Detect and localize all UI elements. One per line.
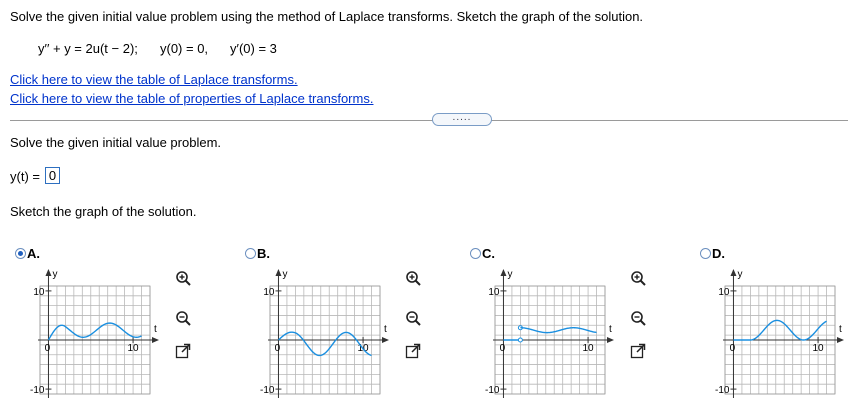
option-b-origin-label: 0 (275, 343, 281, 354)
option-c-xtick-label: 10 (583, 343, 595, 354)
option-c-zoom-in-icon[interactable] (630, 270, 646, 286)
option-d-curve (733, 319, 827, 341)
laplace-table-link[interactable]: Click here to view the table of Laplace … (10, 72, 298, 87)
option-d-graph: y t 10 -10 10 0 (715, 269, 844, 398)
option-a-ymax-label: 10 (33, 287, 45, 298)
answer-label: y(t) = (10, 169, 40, 184)
option-d-ymax-label: 10 (718, 287, 730, 298)
option-a-open-new-window-icon[interactable] (175, 343, 191, 359)
option-a-zoom-in-icon[interactable] (175, 270, 191, 286)
option-a-graph: y t 10 -10 10 0 (30, 269, 159, 398)
expand-more-button[interactable]: ..... (432, 113, 492, 126)
equation-de: y′′ + y = 2u(t − 2); (38, 41, 138, 56)
option-a-label[interactable]: A. (27, 246, 40, 261)
option-b-zoom-out-icon[interactable] (405, 310, 421, 326)
option-c-ylabel: y (507, 269, 512, 280)
question-prompt: Solve the given initial value problem us… (10, 9, 644, 24)
option-b-ymax-label: 10 (263, 287, 275, 298)
option-b-label[interactable]: B. (257, 246, 270, 261)
equation-ic1: y(0) = 0, (160, 41, 209, 56)
option-c-radio[interactable] (470, 248, 481, 259)
option-a-radio[interactable] (15, 248, 26, 259)
option-b-xlabel: t (384, 324, 387, 335)
option-b-graph: yt10-10100 (260, 269, 389, 398)
option-d-label[interactable]: D. (712, 246, 725, 261)
option-d-ymin-label: -10 (715, 385, 730, 396)
option-d-xtick-label: 10 (813, 343, 825, 354)
answer-input[interactable]: 0 (45, 167, 60, 184)
option-b-ylabel: y (282, 269, 287, 280)
option-c-ymin-label: -10 (485, 385, 500, 396)
option-c-graph: y t 10 -10 10 0 (485, 269, 614, 398)
option-b-open-new-window-icon[interactable] (405, 343, 421, 359)
option-b-zoom-in-icon[interactable] (405, 270, 421, 286)
option-a-ylabel: y (52, 269, 57, 280)
option-d-ylabel: y (737, 269, 742, 280)
equation-ic2: y′(0) = 3 (230, 41, 277, 56)
option-c-ymax-label: 10 (488, 287, 500, 298)
option-c-zoom-out-icon[interactable] (630, 310, 646, 326)
option-c-label[interactable]: C. (482, 246, 495, 261)
part1-instruction: Solve the given initial value problem. (10, 135, 222, 150)
option-c-xlabel: t (609, 324, 612, 335)
option-c-curve-segment-2 (520, 327, 597, 334)
option-d-xlabel: t (839, 324, 842, 335)
option-c-origin-label: 0 (500, 343, 506, 354)
option-a-ymin-label: -10 (30, 385, 45, 396)
option-a-xlabel: t (154, 324, 157, 335)
option-a-zoom-out-icon[interactable] (175, 310, 191, 326)
option-c-open-new-window-icon[interactable] (630, 343, 646, 359)
option-b-radio[interactable] (245, 248, 256, 259)
option-d-origin-label: 0 (730, 343, 736, 354)
option-b-ymin-label: -10 (260, 385, 275, 396)
option-c-open-dot-low (517, 337, 523, 343)
part2-instruction: Sketch the graph of the solution. (10, 204, 197, 219)
laplace-properties-link[interactable]: Click here to view the table of properti… (10, 91, 373, 106)
option-d-radio[interactable] (700, 248, 711, 259)
option-a-xtick-label: 10 (128, 343, 140, 354)
section-divider (10, 120, 848, 121)
option-a-origin-label: 0 (45, 343, 51, 354)
